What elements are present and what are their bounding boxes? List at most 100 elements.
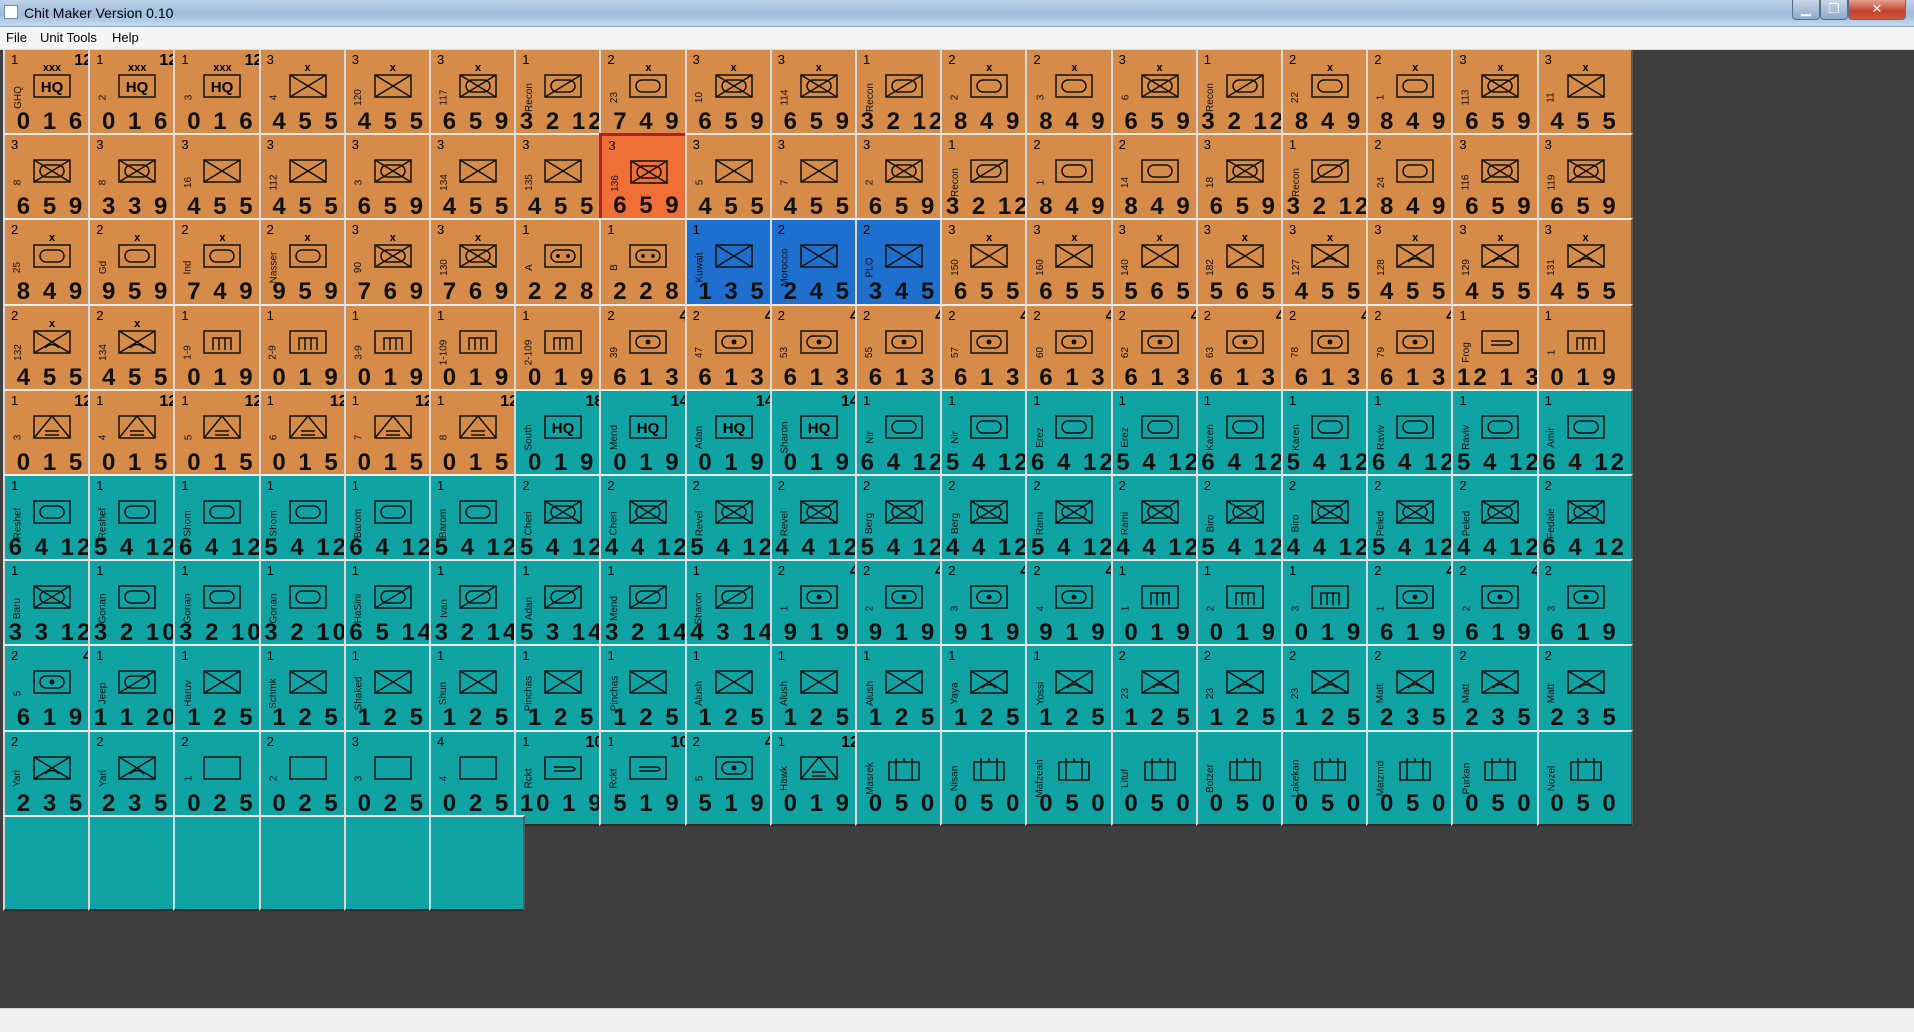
- unit-chit[interactable]: 1 Recon 3 2 12: [1195, 50, 1292, 144]
- unit-chit[interactable]: 2 Yari 2 3 5: [3, 729, 99, 826]
- unit-chit[interactable]: 24536 1 3: [769, 303, 866, 400]
- unit-chit[interactable]: 24626 1 3: [1110, 303, 1207, 400]
- unit-chit[interactable]: 2x28 4 9: [940, 50, 1037, 144]
- unit-chit[interactable]: 2416 1 9: [1366, 559, 1463, 656]
- unit-chit[interactable]: 1 Recon 3 2 12: [940, 133, 1037, 230]
- unit-chit[interactable]: 3 136 6 5 9: [599, 133, 696, 230]
- unit-chit[interactable]: 1 12 3 0 1 5: [3, 388, 99, 485]
- unit-chit[interactable]: 1 Recon 3 2 12: [514, 50, 611, 144]
- unit-chit[interactable]: 24476 1 3: [684, 303, 781, 400]
- unit-chit[interactable]: 3 x 140 5 6 5: [1110, 218, 1207, 315]
- unit-chit[interactable]: 1 Frog 12 1 3: [1451, 303, 1548, 400]
- unit-chit[interactable]: Botzer 0 5 0: [1195, 729, 1292, 826]
- unit-chit[interactable]: 3 134 4 5 5: [429, 133, 525, 230]
- unit-chit[interactable]: 3 7 4 5 5: [769, 133, 866, 230]
- maximize-button[interactable]: ❐: [1820, 0, 1848, 20]
- unit-chit[interactable]: 3 18 6 5 9: [1195, 133, 1292, 230]
- unit-chit[interactable]: 2 x 22 8 4 9: [1281, 50, 1377, 144]
- unit-chit[interactable]: 1 Raviv 5 4 12: [1451, 388, 1548, 485]
- unit-chit[interactable]: 2 Fedale 6 4 12: [1536, 474, 1633, 570]
- unit-chit[interactable]: 3 2 6 5 9: [855, 133, 951, 230]
- unit-chit[interactable]: 1 Yossi 1 2 5: [1025, 644, 1122, 741]
- unit-chit[interactable]: 2 3 6 1 9: [1536, 559, 1633, 656]
- unit-chit[interactable]: 2 23 1 2 5: [1195, 644, 1292, 741]
- unit-chit[interactable]: 3 119 6 5 9: [1536, 133, 1633, 230]
- unit-chit[interactable]: 1 3-9 0 1 9: [343, 303, 440, 400]
- unit-chit[interactable]: Lakekan 0 5 0: [1281, 729, 1377, 826]
- unit-chit[interactable]: 1 Shaked 1 2 5: [343, 644, 440, 741]
- unit-chit[interactable]: 2 Rami 4 4 12: [1110, 474, 1207, 570]
- unit-chit[interactable]: 1 12 6 0 1 5: [258, 388, 355, 485]
- close-button[interactable]: ✕: [1848, 0, 1906, 20]
- unit-chit[interactable]: 2 2 0 2 5: [258, 729, 355, 826]
- unit-chit[interactable]: 1 Kuwait 1 3 5: [684, 218, 781, 315]
- unit-chit[interactable]: 1 Raviv 6 4 12: [1366, 388, 1463, 485]
- unit-chit[interactable]: 2 Cheri 5 4 12: [514, 474, 611, 570]
- unit-chit[interactable]: 3 x 127 4 5 5: [1281, 218, 1377, 315]
- unit-chit[interactable]: 2 Revel 4 4 12: [769, 474, 866, 570]
- unit-chit[interactable]: 1 12 7 0 1 5: [343, 388, 440, 485]
- unit-chit[interactable]: 2 Berg 5 4 12: [855, 474, 951, 570]
- unit-chit[interactable]: 3 16 4 5 5: [173, 133, 270, 230]
- unit-chit[interactable]: 2 Revel 5 4 12: [684, 474, 781, 570]
- unit-chit[interactable]: 3 x 129 4 5 5: [1451, 218, 1548, 315]
- unit-chit[interactable]: 3x44 5 5: [258, 50, 355, 144]
- unit-chit[interactable]: 2 24 8 4 9: [1366, 133, 1463, 230]
- unit-chit[interactable]: 1 1 0 1 9: [1110, 559, 1207, 656]
- unit-chit[interactable]: 1 Pinchas 1 2 5: [514, 644, 611, 741]
- minimize-button[interactable]: ▁: [1792, 0, 1820, 20]
- unit-chit[interactable]: 3 116 6 5 9: [1451, 133, 1548, 230]
- unit-chit[interactable]: Lituf 0 5 0: [1110, 729, 1207, 826]
- unit-chit[interactable]: 2439 1 9: [940, 559, 1037, 656]
- unit-chit[interactable]: 1 Gonan 3 2 10: [173, 559, 270, 656]
- unit-chit[interactable]: 1 Nir 6 4 12: [855, 388, 951, 485]
- unit-chit[interactable]: 2 x 132 4 5 5: [3, 303, 99, 400]
- unit-chit[interactable]: 14 Mend HQ 0 1 9: [599, 388, 696, 485]
- unit-chit[interactable]: 1 Erez 6 4 12: [1025, 388, 1122, 485]
- unit-chit[interactable]: 2 23 1 2 5: [1281, 644, 1377, 741]
- unit-chit[interactable]: 1 Mend 3 2 14: [599, 559, 696, 656]
- unit-chit[interactable]: 1 2-9 0 1 9: [258, 303, 355, 400]
- unit-chit[interactable]: 3 3 0 2 5: [343, 729, 440, 826]
- unit-chit[interactable]: Masrek 0 5 0: [855, 729, 951, 826]
- unit-chit[interactable]: 1 2-109 0 1 9: [514, 303, 611, 400]
- unit-chit[interactable]: 1 Yaya 1 2 5: [940, 644, 1037, 741]
- unit-chit[interactable]: 1 Ivan 3 2 14: [429, 559, 525, 656]
- unit-chit[interactable]: Nozel 0 5 0: [1536, 729, 1633, 826]
- unit-chit[interactable]: 1 Karen 6 4 12: [1195, 388, 1292, 485]
- unit-chit[interactable]: 1 Barom 5 4 12: [429, 474, 525, 570]
- unit-chit[interactable]: 3 x 114 6 5 9: [769, 50, 866, 144]
- unit-chit[interactable]: 3 x 128 4 5 5: [1366, 218, 1463, 315]
- unit-chit[interactable]: 2 x Nasser 9 5 9: [258, 218, 355, 315]
- unit-chit[interactable]: 2 Biro 4 4 12: [1281, 474, 1377, 570]
- unit-chit[interactable]: 3 3 6 5 9: [343, 133, 440, 230]
- unit-chit[interactable]: 18 South HQ 0 1 9: [514, 388, 611, 485]
- unit-chit[interactable]: 1 Shom 6 4 12: [173, 474, 270, 570]
- unit-chit[interactable]: 4 4 0 2 5: [429, 729, 525, 826]
- menu-unit-tools[interactable]: Unit Tools: [40, 30, 97, 45]
- unit-chit[interactable]: 14 Adan HQ 0 1 9: [684, 388, 781, 485]
- unit-chit[interactable]: 1 10 Rckt 5 1 9: [599, 729, 696, 826]
- unit-chit[interactable]: 3 135 4 5 5: [514, 133, 611, 230]
- unit-chit[interactable]: 1 Karen 5 4 12: [1281, 388, 1377, 485]
- unit-chit[interactable]: Nisan 0 5 0: [940, 729, 1037, 826]
- unit-chit[interactable]: 1 Sharon 4 3 14: [684, 559, 781, 656]
- title-bar[interactable]: Chit Maker Version 0.10 ▁ ❐ ✕: [0, 0, 1914, 27]
- unit-chit[interactable]: 1 Haruv 1 2 5: [173, 644, 270, 741]
- unit-chit[interactable]: 3 x 113 6 5 9: [1451, 50, 1548, 144]
- unit-chit[interactable]: 24796 1 3: [1366, 303, 1463, 400]
- unit-chit[interactable]: 2 Rami 5 4 12: [1025, 474, 1122, 570]
- unit-chit[interactable]: Matzmd 0 5 0: [1366, 729, 1463, 826]
- unit-chit[interactable]: 2 Matt 2 3 5: [1536, 644, 1633, 741]
- unit-chit[interactable]: 1 xxx 12 2 HQ 0 1 6: [88, 50, 185, 144]
- unit-chit[interactable]: 2 Cheri 4 4 12: [599, 474, 696, 570]
- unit-chit[interactable]: 2456 1 9: [3, 644, 99, 741]
- unit-chit[interactable]: 2 x Gd 9 5 9: [88, 218, 185, 315]
- unit-chit[interactable]: 2 x Ind 7 4 9: [173, 218, 270, 315]
- unit-chit[interactable]: Mafzeah 0 5 0: [1025, 729, 1122, 826]
- unit-chit[interactable]: 2 x 23 7 4 9: [599, 50, 696, 144]
- unit-chit[interactable]: 1 Amir 6 4 12: [1536, 388, 1633, 485]
- unit-chit[interactable]: [343, 814, 440, 911]
- unit-chit[interactable]: 2 Peled 4 4 12: [1451, 474, 1548, 570]
- unit-chit[interactable]: 2 Morocco 2 4 5: [769, 218, 866, 315]
